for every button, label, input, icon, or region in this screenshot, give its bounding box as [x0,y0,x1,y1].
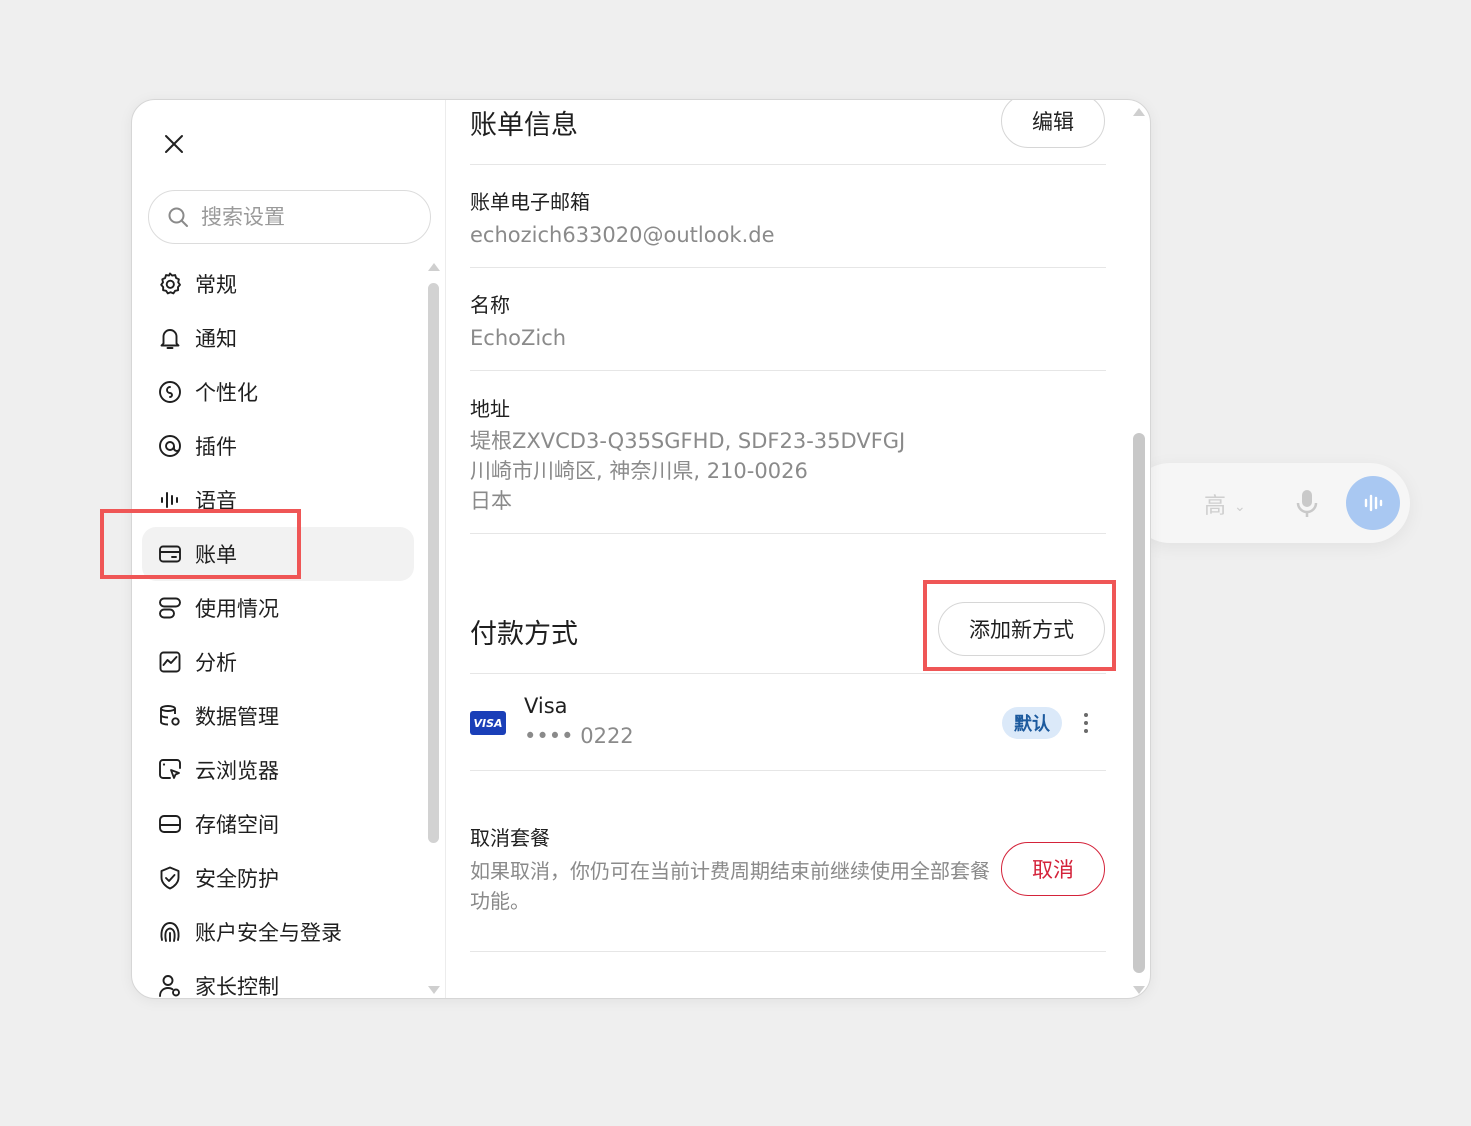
sidebar-item-label: 常规 [195,273,237,297]
sidebar-item-label: 账户安全与登录 [195,921,342,945]
billing-content: 账单信息 编辑 账单电子邮箱 echozich633020@outlook.de… [470,100,1106,998]
close-icon [165,135,183,153]
sidebar-item-storage[interactable]: 存储空间 [142,797,414,851]
sidebar-item-general[interactable]: 常规 [142,257,414,311]
shield-icon [160,866,180,890]
cancel-plan-label: 取消套餐 [470,826,550,850]
search-box[interactable] [148,190,431,244]
chevron-down-icon: ⌄ [1234,499,1246,515]
search-icon [168,207,188,227]
divider [470,533,1106,534]
search-input[interactable] [201,205,401,229]
close-button[interactable] [160,130,188,158]
sidebar-item-cloud-browser[interactable]: 云浏览器 [142,743,414,797]
divider [470,673,1106,674]
waveform-icon [1364,494,1383,512]
sidebar-item-usage[interactable]: 使用情况 [142,581,414,635]
sidebar-item-label: 通知 [195,327,237,351]
billing-email-label: 账单电子邮箱 [470,190,590,214]
sidebar-item-label: 家长控制 [195,975,279,999]
quality-label: 高 [1204,494,1227,519]
microphone-icon[interactable] [1290,486,1324,520]
edit-button[interactable]: 编辑 [1001,100,1105,148]
visa-logo: VISA [470,711,506,735]
sidebar-item-label: 个性化 [195,381,258,405]
divider [470,370,1106,371]
highlight-add-payment [923,580,1116,671]
sidebar-scroll-up-arrow[interactable] [428,263,440,271]
sidebar-item-plugins[interactable]: 插件 [142,419,414,473]
sidebar-item-label: 插件 [195,435,237,459]
voice-mode-button[interactable] [1346,476,1400,530]
palette-icon [159,381,181,403]
sidebar-item-notifications[interactable]: 通知 [142,311,414,365]
quality-selector[interactable]: 高 ⌄ [1204,488,1246,520]
sidebar-item-security[interactable]: 安全防护 [142,851,414,905]
sidebar-item-label: 使用情况 [195,597,279,621]
sidebar-item-label: 安全防护 [195,867,279,891]
storage-icon [159,815,181,833]
card-name: Visa [524,694,568,718]
divider [470,951,1106,952]
cancel-plan-button[interactable]: 取消 [1001,842,1105,896]
cloud-browser-icon [159,759,181,779]
bell-icon [160,329,180,349]
divider [470,770,1106,771]
sidebar-item-label: 分析 [195,651,237,675]
card-number: •••• 0222 [524,724,634,748]
more-dot [1084,729,1088,733]
divider [470,164,1106,165]
sidebar-item-label: 存储空间 [195,813,279,837]
analytics-icon [159,651,181,673]
sidebar-scrollbar[interactable] [428,283,439,843]
database-icon [160,705,180,726]
plugin-icon [159,435,181,457]
sidebar-item-analytics[interactable]: 分析 [142,635,414,689]
sidebar-nav: 常规 通知 个性化 插件 语音 账单 使用情况 分析 数据管理 云浏览器 存储空… [142,257,414,999]
sidebar-item-label: 云浏览器 [195,759,279,783]
name-value: EchoZich [470,326,567,350]
content-scrollbar[interactable] [1133,433,1145,973]
address-line-3: 日本 [470,489,512,513]
address-line-1: 堤根ZXVCD3-Q35SGFHD, SDF23-35DVFGJ [470,429,906,453]
more-dot [1084,713,1088,717]
cancel-plan-description: 如果取消，你仍可在当前计费周期结束前继续使用全部套餐功能。 [470,859,990,913]
more-dot [1084,721,1088,725]
card-more-menu[interactable] [1076,708,1096,738]
sidebar-scroll-down-arrow[interactable] [428,986,440,994]
sidebar-item-parental-controls[interactable]: 家长控制 [142,959,414,999]
gear-icon [160,272,181,295]
sidebar-item-personalization[interactable]: 个性化 [142,365,414,419]
parent-icon [159,975,180,997]
address-line-2: 川崎市川崎区, 神奈川県, 210-0026 [470,459,808,483]
billing-email-value: echozich633020@outlook.de [470,223,775,247]
fingerprint-icon [160,922,180,942]
sidebar-item-label: 数据管理 [195,705,279,729]
billing-info-title: 账单信息 [470,110,578,141]
address-label: 地址 [470,397,510,421]
default-badge: 默认 [1002,707,1062,739]
name-label: 名称 [470,293,510,317]
divider [470,267,1106,268]
content-scroll-up-arrow[interactable] [1133,108,1145,116]
sidebar-item-data-management[interactable]: 数据管理 [142,689,414,743]
content-scroll-down-arrow[interactable] [1133,986,1145,994]
sidebar-item-account-security[interactable]: 账户安全与登录 [142,905,414,959]
payment-method-title: 付款方式 [470,619,578,650]
highlight-billing-nav [100,509,301,579]
usage-icon [159,597,181,619]
